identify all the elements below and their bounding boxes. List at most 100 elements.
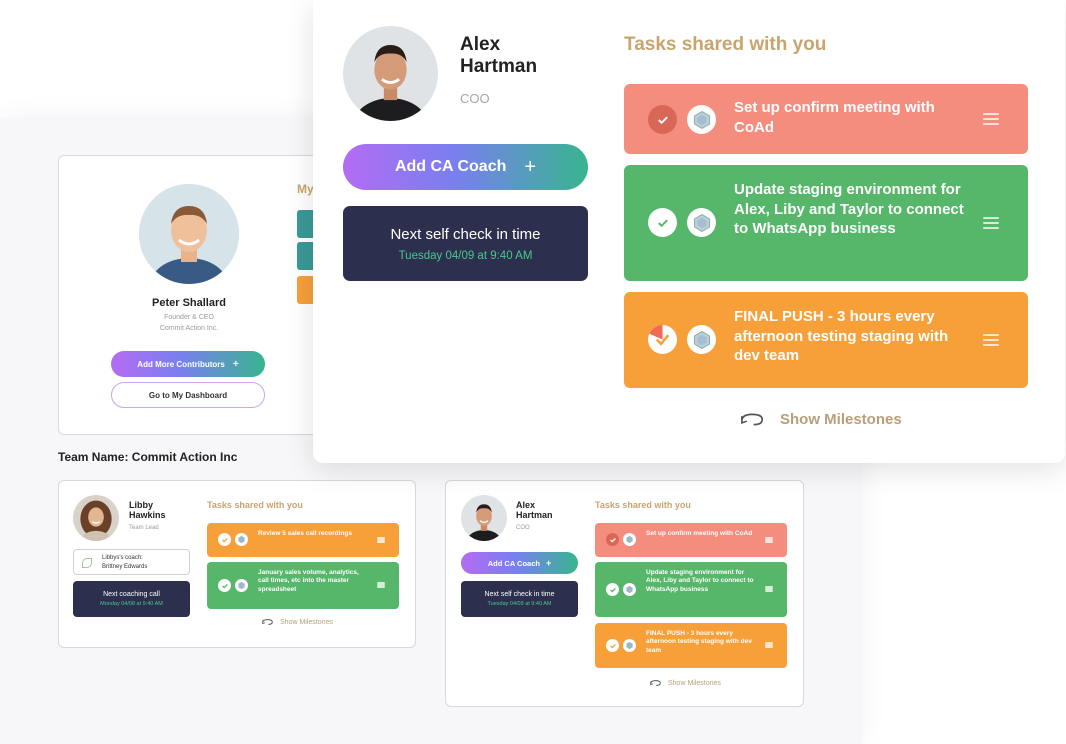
next-self-check-small-box[interactable]: Next self check in time Tuesday 04/09 at…	[461, 581, 578, 617]
leaf-icon	[82, 558, 92, 568]
check-icon[interactable]	[648, 208, 677, 237]
alex-large-first: Alex	[460, 34, 501, 55]
plus-icon: +	[545, 558, 552, 568]
alex-small-task-3-text: FINAL PUSH - 3 hours every afternoon tes…	[646, 630, 752, 654]
person-photo-icon	[461, 495, 507, 541]
refresh-icon	[740, 413, 764, 426]
next-self-check-time: Tuesday 04/09 at 9:40 AM	[398, 249, 533, 262]
libby-card: Libby Hawkins Team Lead Libbys's coach: …	[58, 480, 416, 648]
person-photo-icon	[139, 184, 239, 284]
alex-small-show-milestones[interactable]: Show Milestones	[649, 679, 721, 687]
alex-small-tasks-title: Tasks shared with you	[595, 500, 691, 510]
hexagon-avatar-icon	[623, 639, 636, 652]
alex-small-avatar	[461, 495, 507, 541]
alex-large-last: Hartman	[460, 56, 538, 77]
next-coaching-call-time: Monday 04/08 at 9:40 AM	[100, 601, 163, 607]
add-ca-coach-small-button[interactable]: Add CA Coach +	[461, 552, 578, 574]
hamburger-icon[interactable]	[377, 537, 385, 543]
team-name-label: Team Name: Commit Action Inc	[58, 450, 238, 464]
hamburger-icon[interactable]	[765, 586, 773, 592]
alex-task-3-text: FINAL PUSH - 3 hours every afternoon tes…	[734, 308, 949, 364]
hexagon-avatar-icon	[687, 325, 716, 354]
peter-avatar	[139, 184, 239, 284]
plus-icon: +	[232, 358, 239, 370]
libby-avatar	[73, 495, 119, 541]
alex-tasks-title: Tasks shared with you	[624, 34, 827, 55]
next-self-check-label: Next self check in time	[390, 225, 541, 243]
add-ca-coach-button[interactable]: Add CA Coach +	[343, 144, 588, 190]
alex-small-task-3[interactable]: FINAL PUSH - 3 hours every afternoon tes…	[595, 623, 787, 668]
alex-task-1[interactable]: Set up confirm meeting with CoAd	[624, 84, 1028, 154]
hexagon-avatar-icon	[235, 533, 248, 546]
alex-small-role: COO	[516, 525, 530, 531]
hexagon-avatar-icon	[687, 208, 716, 237]
person-photo-icon	[73, 495, 119, 541]
go-to-dashboard-label: Go to My Dashboard	[148, 390, 228, 400]
hexagon-avatar-icon	[687, 105, 716, 134]
alex-show-milestones-label: Show Milestones	[780, 411, 902, 428]
hamburger-icon[interactable]	[983, 217, 999, 229]
hamburger-icon[interactable]	[983, 113, 999, 125]
libby-coach-label: Libbys's coach:	[102, 555, 143, 561]
alex-small-first: Alex	[516, 500, 536, 510]
refresh-icon	[262, 619, 273, 625]
hamburger-icon[interactable]	[377, 582, 385, 588]
alex-task-3[interactable]: FINAL PUSH - 3 hours every afternoon tes…	[624, 292, 1028, 388]
libby-first-name: Libby	[129, 500, 153, 510]
libby-task-1-text: Review 5 sales call recordings	[258, 530, 352, 537]
hexagon-avatar-icon	[235, 579, 248, 592]
person-photo-icon	[343, 26, 438, 121]
hexagon-avatar-icon	[623, 533, 636, 546]
alex-task-2[interactable]: Update staging environment for Alex, Lib…	[624, 165, 1028, 281]
hamburger-icon[interactable]	[765, 537, 773, 543]
refresh-icon	[650, 680, 661, 686]
add-ca-coach-label: Add CA Coach	[394, 158, 507, 175]
alex-small-task-2-text: Update staging environment for Alex, Lib…	[646, 569, 754, 593]
alex-large-role: COO	[460, 91, 490, 106]
check-icon[interactable]	[218, 579, 231, 592]
libby-coach-name: Brittney Edwards	[102, 564, 148, 570]
check-icon[interactable]	[648, 325, 677, 354]
alex-large-card: Alex Hartman COO Add CA Coach + Next sel…	[313, 0, 1065, 463]
libby-coach-box[interactable]: Libbys's coach: Brittney Edwards	[73, 549, 190, 575]
next-coaching-call-label: Next coaching call	[103, 591, 160, 598]
alex-small-task-1-text: Set up confirm meeting with CoAd	[646, 530, 753, 537]
next-self-check-small-label: Next self check in time	[484, 591, 555, 598]
hexagon-avatar-icon	[623, 583, 636, 596]
alex-small-task-2[interactable]: Update staging environment for Alex, Lib…	[595, 562, 787, 617]
check-icon[interactable]	[606, 583, 619, 596]
check-icon[interactable]	[648, 105, 677, 134]
alex-small-show-milestones-label: Show Milestones	[668, 679, 721, 687]
hamburger-icon[interactable]	[765, 642, 773, 648]
next-coaching-call-box[interactable]: Next coaching call Monday 04/08 at 9:40 …	[73, 581, 190, 617]
plus-icon: +	[524, 155, 537, 178]
add-ca-coach-small-label: Add CA Coach	[487, 558, 540, 568]
peter-name: Peter Shallard	[152, 297, 226, 309]
peter-company: Commit Action Inc.	[159, 325, 219, 332]
add-contributors-button[interactable]: Add More Contributors +	[111, 351, 265, 377]
libby-task-2[interactable]: January sales volume, analytics, call ti…	[207, 562, 399, 609]
alex-small-card: Alex Hartman COO Add CA Coach + Next sel…	[445, 480, 804, 707]
libby-role: Team Lead	[129, 525, 159, 531]
libby-last-name: Hawkins	[129, 510, 166, 520]
libby-task-2-text: January sales volume, analytics, call ti…	[258, 569, 359, 593]
add-contributors-label: Add More Contributors	[137, 359, 225, 369]
alex-task-2-text: Update staging environment for Alex, Lib…	[734, 181, 964, 237]
check-icon[interactable]	[606, 639, 619, 652]
alex-large-avatar	[343, 26, 438, 121]
alex-show-milestones[interactable]: Show Milestones	[738, 411, 902, 428]
next-self-check-box[interactable]: Next self check in time Tuesday 04/09 at…	[343, 206, 588, 281]
libby-show-milestones[interactable]: Show Milestones	[261, 618, 333, 626]
peter-tasks-heading-partial: My	[297, 182, 314, 196]
libby-task-1[interactable]: Review 5 sales call recordings	[207, 523, 399, 557]
alex-small-task-1[interactable]: Set up confirm meeting with CoAd	[595, 523, 787, 557]
check-icon[interactable]	[606, 533, 619, 546]
check-icon[interactable]	[218, 533, 231, 546]
go-to-dashboard-button[interactable]: Go to My Dashboard	[111, 382, 265, 408]
hamburger-icon[interactable]	[983, 334, 999, 346]
alex-task-1-text: Set up confirm meeting with CoAd	[734, 99, 935, 136]
peter-role: Founder & CEO	[164, 314, 214, 321]
next-self-check-small-time: Tuesday 04/09 at 9:40 AM	[487, 601, 552, 607]
peter-profile-card: Peter Shallard Founder & CEO Commit Acti…	[58, 155, 338, 435]
alex-small-last: Hartman	[516, 510, 553, 520]
